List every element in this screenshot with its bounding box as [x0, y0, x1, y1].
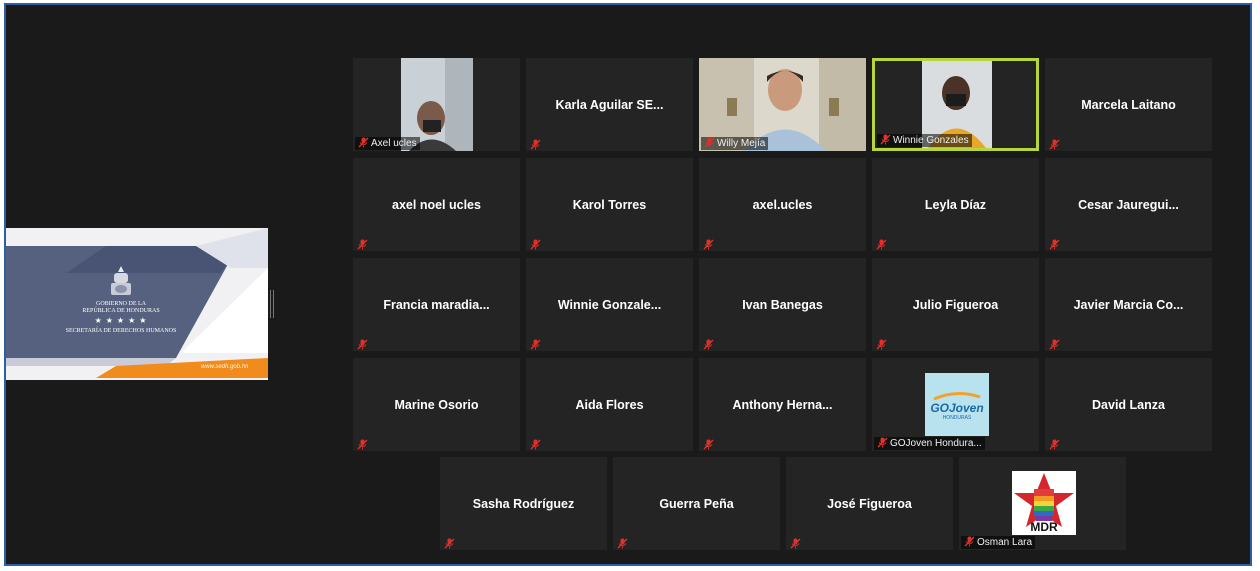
participant-tile[interactable]: Julio Figueroa	[872, 258, 1039, 351]
gov-line1: GOBIERNO DE LA	[96, 301, 146, 307]
participant-name: Cesar Jauregui...	[1078, 197, 1179, 212]
microphone-muted-icon	[530, 137, 541, 150]
microphone-muted-icon	[880, 134, 891, 145]
microphone-muted-icon	[876, 337, 887, 350]
participant-name: Julio Figueroa	[912, 297, 999, 312]
participant-tile[interactable]: GOJoven HONDURAS GOJoven Hondura...	[872, 358, 1039, 451]
participant-tile[interactable]: Sasha Rodríguez	[440, 457, 607, 550]
gojoven-logo-text: GOJoven	[930, 400, 984, 415]
participant-tile[interactable]: Leyla Díaz	[872, 158, 1039, 251]
microphone-muted-icon	[703, 337, 714, 350]
participant-tile[interactable]: Winnie Gonzales	[872, 58, 1039, 151]
microphone-muted-icon	[357, 337, 368, 350]
participant-name: Axel ucles	[371, 138, 417, 149]
participant-name: axel noel ucles	[392, 197, 481, 212]
participant-tile[interactable]: Winnie Gonzale...	[526, 258, 693, 351]
microphone-muted-icon	[877, 437, 888, 448]
participant-name-label: Axel ucles	[355, 137, 420, 150]
stars: ★ ★ ★ ★ ★	[94, 316, 148, 325]
participant-tile[interactable]: David Lanza	[1045, 358, 1212, 451]
participant-name: Osman Lara	[977, 537, 1033, 548]
split-view-handle[interactable]	[270, 290, 274, 318]
participant-name: axel.ucles	[752, 197, 813, 212]
mdr-logo: MDR	[1012, 471, 1076, 535]
participant-name: Willy Mejía	[717, 138, 766, 149]
website-url: www.sedh.gob.hn	[201, 364, 249, 370]
participant-name: Francia maradia...	[383, 297, 490, 312]
gojoven-logo: GOJoven HONDURAS	[925, 373, 989, 436]
microphone-muted-icon	[358, 137, 369, 148]
microphone-muted-icon	[703, 237, 714, 250]
microphone-muted-icon	[530, 337, 541, 350]
honduras-coat-of-arms-icon	[111, 266, 131, 295]
mdr-logo-text: MDR	[1030, 520, 1058, 534]
microphone-muted-icon	[964, 536, 975, 547]
microphone-muted-icon	[1049, 437, 1060, 450]
participant-name: Marine Osorio	[394, 397, 479, 412]
participant-name: Winnie Gonzales	[893, 135, 969, 146]
microphone-muted-icon	[1049, 237, 1060, 250]
participant-tile[interactable]: Axel ucles	[353, 58, 520, 151]
gov-line2: REPÚBLICA DE HONDURAS	[82, 308, 160, 314]
participant-name-label: Willy Mejía	[701, 137, 769, 150]
participant-name: Aida Flores	[575, 397, 644, 412]
participant-tile[interactable]: Marine Osorio	[353, 358, 520, 451]
participant-name: Winnie Gonzale...	[557, 297, 662, 312]
microphone-muted-icon	[444, 536, 455, 549]
microphone-muted-icon	[530, 237, 541, 250]
participant-tile[interactable]: Ivan Banegas	[699, 258, 866, 351]
participant-tile[interactable]: Anthony Herna...	[699, 358, 866, 451]
microphone-muted-icon	[530, 437, 541, 450]
microphone-muted-icon	[357, 237, 368, 250]
shared-screen[interactable]: GOBIERNO DE LA REPÚBLICA DE HONDURAS ★ ★…	[6, 228, 268, 380]
participant-tile[interactable]: Guerra Peña	[613, 457, 780, 550]
participant-name: Karla Aguilar SE...	[555, 97, 664, 112]
participant-tile[interactable]: Aida Flores	[526, 358, 693, 451]
participant-tile[interactable]: axel.ucles	[699, 158, 866, 251]
participant-tile[interactable]: Cesar Jauregui...	[1045, 158, 1212, 251]
participant-name: Marcela Laitano	[1081, 97, 1176, 112]
participant-name-label: GOJoven Hondura...	[874, 437, 985, 450]
participant-name: Javier Marcia Co...	[1073, 297, 1184, 312]
secretaria-text: SECRETARÍA DE DERECHOS HUMANOS	[65, 328, 177, 334]
participant-tile[interactable]: Francia maradia...	[353, 258, 520, 351]
participant-name: Anthony Herna...	[732, 397, 833, 412]
participant-name: Leyla Díaz	[924, 197, 987, 212]
participant-name: Sasha Rodríguez	[472, 496, 575, 511]
microphone-muted-icon	[617, 536, 628, 549]
participant-name: David Lanza	[1092, 397, 1165, 412]
participant-tile[interactable]: Javier Marcia Co...	[1045, 258, 1212, 351]
microphone-muted-icon	[1049, 137, 1060, 150]
participant-name: Ivan Banegas	[742, 297, 823, 312]
participant-name-label: Winnie Gonzales	[877, 134, 972, 147]
microphone-muted-icon	[1049, 337, 1060, 350]
microphone-muted-icon	[703, 437, 714, 450]
participant-tile[interactable]: José Figueroa	[786, 457, 953, 550]
participant-name-label: Osman Lara	[961, 536, 1036, 549]
participant-tile[interactable]: Karla Aguilar SE...	[526, 58, 693, 151]
microphone-muted-icon	[704, 137, 715, 148]
participant-tile[interactable]: MDR Osman Lara	[959, 457, 1126, 550]
microphone-muted-icon	[790, 536, 801, 549]
microphone-muted-icon	[357, 437, 368, 450]
participant-name: José Figueroa	[827, 496, 912, 511]
participant-tile[interactable]: Willy Mejía	[699, 58, 866, 151]
participant-name: Guerra Peña	[659, 496, 734, 511]
participant-tile[interactable]: Marcela Laitano	[1045, 58, 1212, 151]
microphone-muted-icon	[876, 237, 887, 250]
participant-tile[interactable]: axel noel ucles	[353, 158, 520, 251]
participant-name: Karol Torres	[572, 197, 647, 212]
participant-tile[interactable]: Karol Torres	[526, 158, 693, 251]
participant-name: GOJoven Hondura...	[890, 438, 982, 449]
